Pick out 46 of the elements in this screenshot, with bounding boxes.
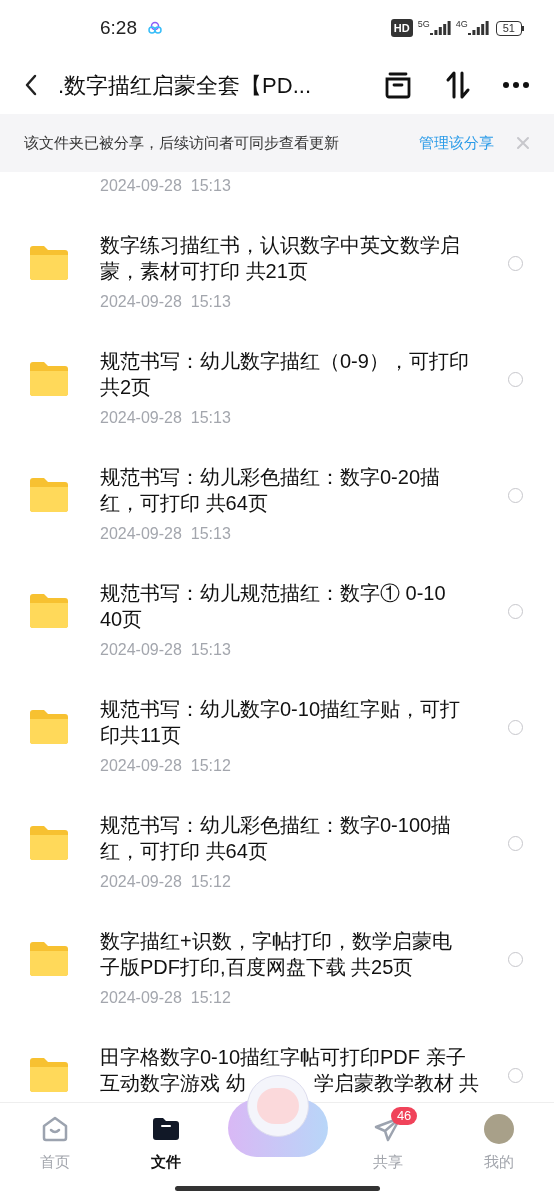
folder-icon xyxy=(28,593,70,629)
file-name-fragment: 学启蒙教学教材 共 xyxy=(313,1071,480,1096)
banner-text: 该文件夹已被分享，后续访问者可同步查看更新 xyxy=(24,132,339,153)
page-title: .数字描红启蒙全套【PD... xyxy=(58,71,311,100)
file-name[interactable]: 规范书写：幼儿彩色描红：数字0-20描红，可打印 共64页 xyxy=(100,464,471,516)
more-icon[interactable] xyxy=(502,81,530,89)
file-name[interactable]: 数字练习描红书，认识数字中英文数学启蒙，素材可打印 共21页 xyxy=(100,232,471,284)
cloud-icon xyxy=(147,20,163,36)
count-badge: 46 xyxy=(390,1107,418,1125)
file-name[interactable]: 规范书写：幼儿数字0-10描红字贴，可打印共11页 xyxy=(100,696,471,748)
signal-icon xyxy=(467,21,490,35)
status-time: 6:28 xyxy=(100,15,137,40)
folder-icon xyxy=(28,477,70,513)
file-date: 2024-09-28 15:13 xyxy=(100,524,232,544)
file-date: 2024-09-28 15:13 xyxy=(100,292,232,312)
file-name[interactable]: 规范书写：幼儿数字描红（0-9），可打印共2页 xyxy=(100,348,471,400)
folder-icon xyxy=(28,709,70,745)
folder-icon xyxy=(28,1057,70,1093)
network-label: 5G xyxy=(417,18,430,31)
file-date: 2024-09-28 15:13 xyxy=(100,176,232,196)
archive-icon[interactable] xyxy=(384,71,412,99)
file-name[interactable]: 规范书写：幼儿彩色描红：数字0-100描红，可打印 共64页 xyxy=(100,812,471,864)
avatar xyxy=(483,1114,514,1144)
file-date: 2024-09-28 15:12 xyxy=(100,872,232,892)
file-date: 2024-09-28 15:13 xyxy=(100,408,232,428)
folder-icon xyxy=(28,361,70,397)
home-icon xyxy=(41,1115,70,1143)
close-icon[interactable] xyxy=(516,136,530,150)
hd-badge: HD xyxy=(390,19,413,37)
file-name[interactable]: 规范书写：幼儿规范描红：数字① 0-10 40页 xyxy=(100,580,471,632)
file-name[interactable]: 数字描红+识数，字帖打印，数学启蒙电子版PDF打印,百度网盘下载 共25页 xyxy=(100,928,471,980)
sort-icon[interactable] xyxy=(444,70,472,100)
folder-icon xyxy=(28,825,70,861)
folder-icon xyxy=(28,245,70,281)
battery-level: 51 xyxy=(495,20,522,36)
folder-icon xyxy=(152,1117,181,1141)
file-date: 2024-09-28 15:12 xyxy=(100,756,232,776)
back-icon[interactable] xyxy=(24,74,38,96)
file-name-fragment: 互动数字游戏 幼 xyxy=(100,1071,246,1096)
signal-icon xyxy=(429,21,452,35)
network-label: 4G xyxy=(455,18,468,31)
tab-item[interactable]: 文件 xyxy=(110,1103,222,1200)
file-date: 2024-09-28 15:12 xyxy=(100,988,232,1008)
file-name[interactable]: 田字格数字0-10描红字帖可打印PDF 亲子 xyxy=(100,1044,471,1070)
file-date: 2024-09-28 15:13 xyxy=(100,640,232,660)
folder-icon xyxy=(28,941,70,977)
